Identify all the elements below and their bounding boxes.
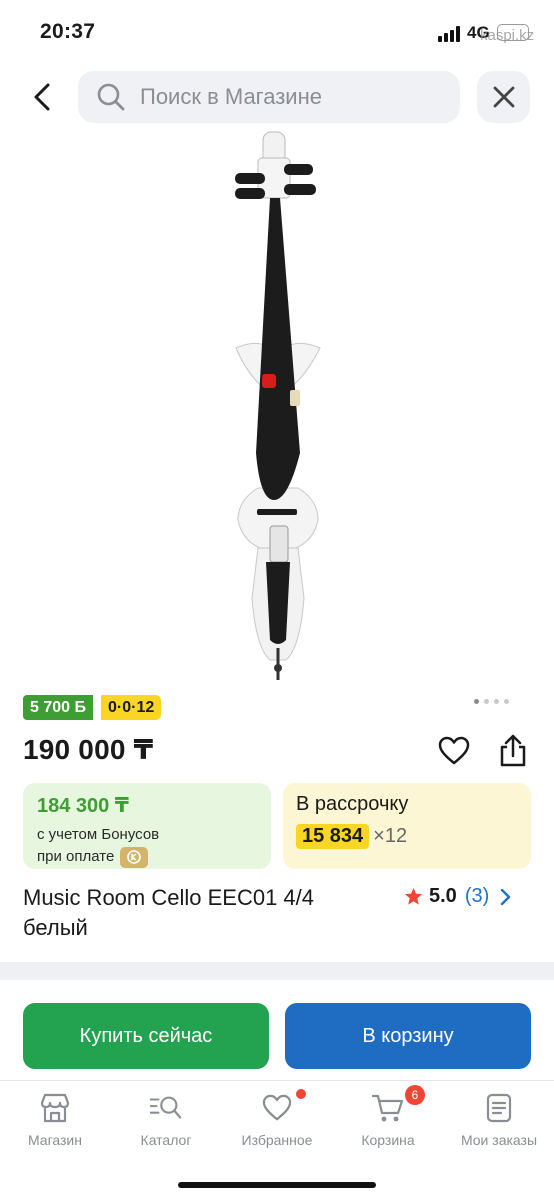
- tab-cart[interactable]: 6 Корзина: [333, 1085, 443, 1148]
- catalog-search-icon: [149, 1091, 183, 1125]
- pager-dot: [474, 699, 479, 704]
- bonus-note: с учетом Бонусов при оплате: [37, 824, 257, 868]
- pager-dot: [504, 699, 509, 704]
- shop-icon: [38, 1091, 72, 1125]
- favorite-button[interactable]: [436, 733, 472, 769]
- share-button[interactable]: [494, 731, 532, 771]
- kaspi-pay-icon: [120, 846, 149, 868]
- tab-label: Мои заказы: [460, 1132, 538, 1148]
- installment-badge: 0·0·12: [101, 695, 162, 720]
- tab-label: Магазин: [27, 1132, 82, 1148]
- close-icon: [493, 86, 514, 108]
- buy-now-button[interactable]: Купить сейчас: [23, 1003, 269, 1069]
- tab-label: Корзина: [361, 1132, 415, 1148]
- share-icon: [500, 734, 526, 767]
- rating-link[interactable]: 5.0 (3): [404, 885, 511, 908]
- review-count: (3): [464, 885, 490, 907]
- notification-dot: [296, 1089, 306, 1099]
- tab-orders[interactable]: Мои заказы: [444, 1091, 554, 1148]
- back-button[interactable]: [20, 72, 64, 122]
- image-pager: [474, 699, 509, 704]
- installment-term: ×12: [373, 825, 408, 847]
- heart-icon: [260, 1089, 306, 1125]
- product-title: Music Room Cello EEC01 4/4 белый: [23, 885, 315, 940]
- bonus-badge: 5 700 Б: [23, 695, 93, 720]
- search-icon: [97, 83, 125, 111]
- close-search-button[interactable]: [477, 71, 530, 123]
- pager-dot: [484, 699, 489, 704]
- orders-icon: [482, 1091, 516, 1125]
- tab-favorites[interactable]: Избранное: [222, 1089, 332, 1148]
- product-image[interactable]: [200, 128, 350, 684]
- tab-label: Каталог: [140, 1132, 192, 1148]
- installment-row: 15 834 ×12: [296, 824, 518, 849]
- tab-shop[interactable]: Магазин: [0, 1091, 110, 1148]
- installment-amount: 15 834: [296, 824, 370, 849]
- cart-count-badge: 6: [405, 1085, 425, 1105]
- section-divider: [0, 962, 554, 980]
- tab-catalog[interactable]: Каталог: [111, 1091, 221, 1148]
- signal-icon: [438, 26, 460, 42]
- status-url: kaspi.kz: [480, 27, 535, 44]
- bonus-note-line: с учетом Бонусов: [37, 826, 160, 843]
- search-placeholder: Поиск в Магазине: [140, 84, 322, 109]
- installment-title: В рассрочку: [296, 793, 409, 815]
- status-bar: 20:37 4G kaspi.kz: [0, 0, 554, 62]
- chevron-left-icon: [34, 83, 50, 111]
- bonus-note-line: при оплате: [37, 848, 115, 865]
- home-indicator: [178, 1182, 376, 1188]
- star-icon: [404, 887, 423, 905]
- pager-dot: [494, 699, 499, 704]
- tab-label: Избранное: [241, 1132, 313, 1148]
- installment-card[interactable]: В рассрочку 15 834 ×12: [283, 783, 531, 869]
- chevron-right-icon: [501, 888, 511, 905]
- heart-icon: [438, 736, 470, 765]
- rating-value: 5.0: [429, 885, 457, 907]
- search-input[interactable]: Поиск в Магазине: [78, 71, 460, 123]
- bonus-price-card[interactable]: 184 300 ₸ с учетом Бонусов при оплате: [23, 783, 271, 869]
- add-to-cart-button[interactable]: В корзину: [285, 1003, 531, 1069]
- product-price: 190 000 ₸: [23, 734, 154, 765]
- pay-line: при оплате: [37, 846, 257, 868]
- status-time: 20:37: [40, 20, 96, 43]
- bonus-price: 184 300 ₸: [37, 795, 129, 817]
- cart-icon: 6: [371, 1085, 425, 1125]
